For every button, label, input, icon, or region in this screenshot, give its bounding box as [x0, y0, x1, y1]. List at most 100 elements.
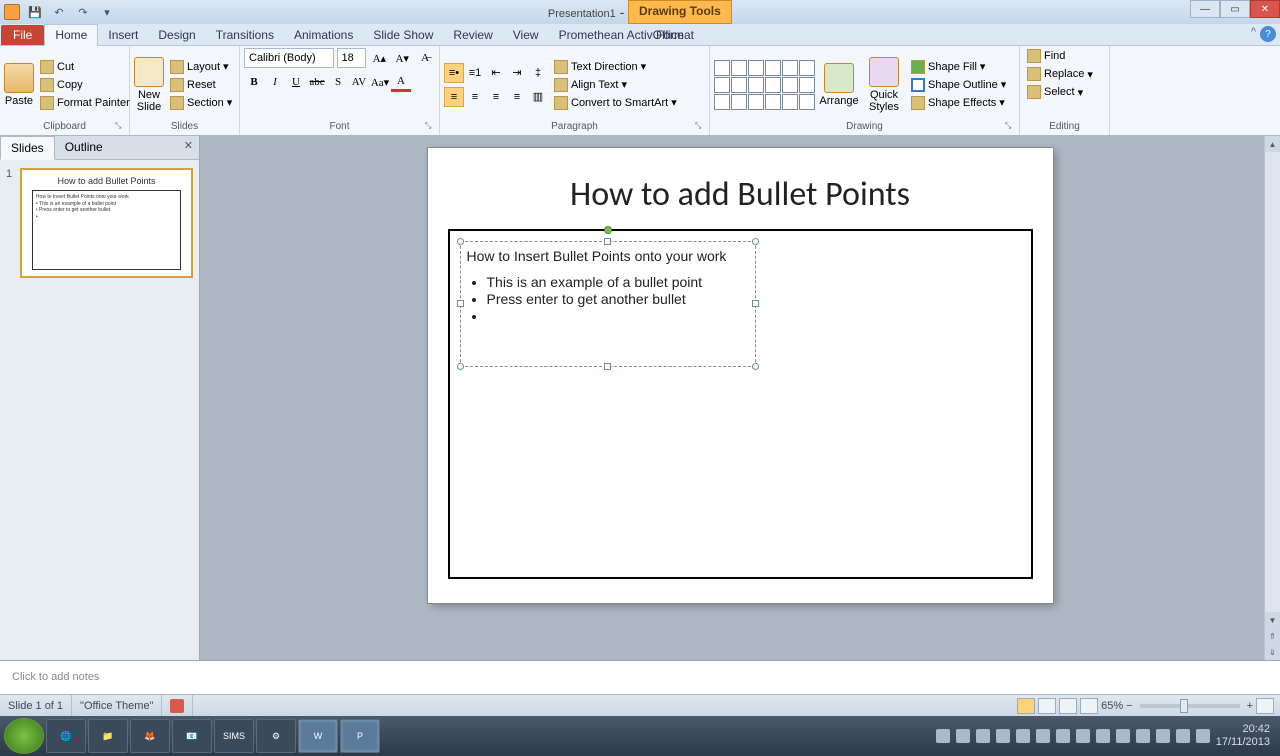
- reset-button[interactable]: Reset: [167, 77, 235, 93]
- font-color-button[interactable]: A: [391, 72, 411, 92]
- line-spacing-button[interactable]: ‡: [528, 63, 548, 83]
- taskbar-clock[interactable]: 20:42 17/11/2013: [1216, 723, 1270, 749]
- shrink-font-button[interactable]: A▾: [392, 48, 412, 68]
- resize-handle-nw[interactable]: [457, 238, 464, 245]
- shape-elbow-icon[interactable]: [714, 77, 730, 93]
- bullet-list[interactable]: This is an example of a bullet point Pre…: [467, 274, 749, 324]
- normal-view-button[interactable]: [1017, 698, 1035, 714]
- bullets-button[interactable]: ≡•: [444, 63, 464, 83]
- character-spacing-button[interactable]: AV: [349, 72, 369, 92]
- reading-view-button[interactable]: [1059, 698, 1077, 714]
- shape-more-icon[interactable]: [799, 77, 815, 93]
- shape-line-icon[interactable]: [714, 60, 730, 76]
- arrange-button[interactable]: Arrange: [818, 52, 860, 118]
- shape-hexagon-icon[interactable]: [731, 94, 747, 110]
- slides-tab[interactable]: Slides: [0, 136, 55, 160]
- shape-oval-icon[interactable]: [782, 60, 798, 76]
- taskbar-outlook-icon[interactable]: 📧: [172, 719, 212, 753]
- close-panel-icon[interactable]: ✕: [178, 136, 199, 159]
- shape-curve-icon[interactable]: [731, 77, 747, 93]
- grow-font-button[interactable]: A▴: [369, 48, 389, 68]
- convert-smartart-button[interactable]: Convert to SmartArt▾: [551, 95, 680, 111]
- cut-button[interactable]: Cut: [37, 59, 133, 75]
- vertical-scrollbar[interactable]: ▲ ▼ ⇑ ⇓: [1264, 136, 1280, 660]
- undo-icon[interactable]: ↶: [50, 3, 68, 21]
- tab-transitions[interactable]: Transitions: [206, 25, 284, 45]
- dialog-launcher-icon[interactable]: ⤡: [695, 121, 707, 133]
- layout-button[interactable]: Layout▾: [167, 59, 235, 75]
- paste-button[interactable]: Paste: [4, 52, 34, 118]
- justify-button[interactable]: ≡: [507, 87, 527, 107]
- shape-roundrect-icon[interactable]: [765, 60, 781, 76]
- format-painter-button[interactable]: Format Painter: [37, 95, 133, 111]
- taskbar-firefox-icon[interactable]: 🦊: [130, 719, 170, 753]
- rotation-handle[interactable]: [604, 226, 612, 234]
- tray-icon[interactable]: [1076, 729, 1090, 743]
- selected-textbox[interactable]: How to Insert Bullet Points onto your wo…: [460, 241, 756, 367]
- close-button[interactable]: ✕: [1250, 0, 1280, 18]
- dialog-launcher-icon[interactable]: ⤡: [425, 121, 437, 133]
- resize-handle-w[interactable]: [457, 300, 464, 307]
- shape-scribble-icon[interactable]: [765, 77, 781, 93]
- shape-brace-icon[interactable]: [765, 94, 781, 110]
- tab-home[interactable]: Home: [44, 24, 98, 46]
- shape-triangle-icon[interactable]: [799, 60, 815, 76]
- tab-view[interactable]: View: [503, 25, 549, 45]
- resize-handle-ne[interactable]: [752, 238, 759, 245]
- shape-fill-button[interactable]: Shape Fill▾: [908, 59, 1009, 75]
- minimize-ribbon-icon[interactable]: ^: [1251, 26, 1256, 42]
- shape-arrow-icon[interactable]: [731, 60, 747, 76]
- fit-to-window-button[interactable]: [1256, 698, 1274, 714]
- redo-icon[interactable]: ↷: [74, 3, 92, 21]
- replace-button[interactable]: Replace▾: [1024, 66, 1096, 82]
- section-button[interactable]: Section▾: [167, 95, 235, 111]
- strikethrough-button[interactable]: abc: [307, 72, 327, 92]
- underline-button[interactable]: U: [286, 72, 306, 92]
- qat-dropdown-icon[interactable]: ▾: [98, 3, 116, 21]
- resize-handle-n[interactable]: [604, 238, 611, 245]
- resize-handle-e[interactable]: [752, 300, 759, 307]
- zoom-slider[interactable]: [1140, 704, 1240, 708]
- bold-button[interactable]: B: [244, 72, 264, 92]
- resize-handle-s[interactable]: [604, 363, 611, 370]
- tab-animations[interactable]: Animations: [284, 25, 363, 45]
- shape-effects-button[interactable]: Shape Effects▾: [908, 95, 1009, 111]
- zoom-in-button[interactable]: +: [1247, 700, 1253, 712]
- text-direction-button[interactable]: Text Direction▾: [551, 59, 680, 75]
- scroll-down-icon[interactable]: ▼: [1265, 612, 1280, 628]
- change-case-button[interactable]: Aa▾: [370, 72, 390, 92]
- find-button[interactable]: Find: [1024, 48, 1068, 64]
- align-left-button[interactable]: ≡: [444, 87, 464, 107]
- tray-icon[interactable]: [956, 729, 970, 743]
- zoom-level[interactable]: 65%: [1101, 700, 1123, 712]
- shape-rect-icon[interactable]: [748, 60, 764, 76]
- numbering-button[interactable]: ≡1: [465, 63, 485, 83]
- new-slide-button[interactable]: New Slide: [134, 52, 164, 118]
- shapes-gallery[interactable]: [714, 60, 815, 110]
- font-size-select[interactable]: 18: [337, 48, 367, 68]
- slide-canvas-area[interactable]: How to add Bullet Points How to Insert B…: [200, 136, 1280, 660]
- textbox-heading[interactable]: How to Insert Bullet Points onto your wo…: [467, 248, 749, 264]
- columns-button[interactable]: ▥: [528, 87, 548, 107]
- decrease-indent-button[interactable]: ⇤: [486, 63, 506, 83]
- resize-handle-sw[interactable]: [457, 363, 464, 370]
- taskbar-app-icon[interactable]: ⚙: [256, 719, 296, 753]
- tray-bluetooth-icon[interactable]: [1116, 729, 1130, 743]
- text-shadow-button[interactable]: S: [328, 72, 348, 92]
- tray-icon[interactable]: [1096, 729, 1110, 743]
- italic-button[interactable]: I: [265, 72, 285, 92]
- maximize-button[interactable]: ▭: [1220, 0, 1250, 18]
- spell-check-button[interactable]: [162, 695, 193, 716]
- tab-review[interactable]: Review: [443, 25, 502, 45]
- align-center-button[interactable]: ≡: [465, 87, 485, 107]
- resize-handle-se[interactable]: [752, 363, 759, 370]
- bullet-item[interactable]: This is an example of a bullet point: [487, 274, 749, 290]
- align-right-button[interactable]: ≡: [486, 87, 506, 107]
- slide-content-placeholder[interactable]: How to Insert Bullet Points onto your wo…: [448, 229, 1033, 579]
- tab-slideshow[interactable]: Slide Show: [363, 25, 443, 45]
- taskbar-ie-icon[interactable]: 🌐: [46, 719, 86, 753]
- dialog-launcher-icon[interactable]: ⤡: [1005, 121, 1017, 133]
- quick-styles-button[interactable]: Quick Styles: [863, 52, 905, 118]
- start-button[interactable]: [4, 718, 44, 754]
- shape-textbox-icon[interactable]: [782, 77, 798, 93]
